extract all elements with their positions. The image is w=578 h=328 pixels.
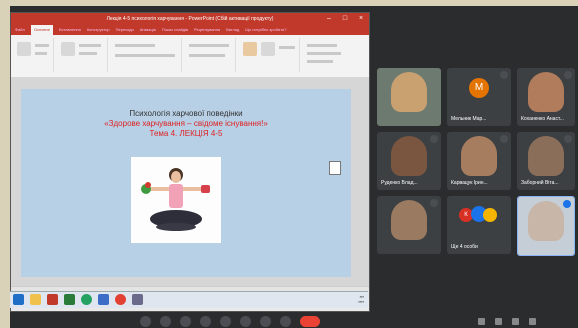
close-icon[interactable]: × (353, 13, 369, 25)
camera-icon[interactable] (160, 316, 171, 327)
avatar: М (469, 78, 489, 98)
participant-name: Мельник Мар... (451, 116, 487, 122)
participant-tile[interactable]: М Мельник Мар... (447, 68, 511, 126)
mic-off-icon (500, 71, 508, 79)
participant-name: Ще 4 особи (451, 244, 478, 250)
participant-tile[interactable]: Руденко Влад... (377, 132, 441, 190)
background-wall-left (0, 0, 10, 328)
ribbon-group-clipboard (13, 38, 54, 72)
participant-face (528, 136, 564, 176)
participant-face (391, 136, 427, 176)
participant-face (528, 72, 564, 112)
info-icon[interactable] (478, 318, 485, 325)
powerpoint-icon[interactable] (47, 294, 58, 305)
participant-tile[interactable] (377, 68, 441, 126)
participant-tile[interactable]: Карвацук Ірин... (447, 132, 511, 190)
whatsapp-icon[interactable] (81, 294, 92, 305)
app-icon[interactable] (132, 294, 143, 305)
ppt-window-title: Лекція 4-5 психологія харчування - Power… (106, 16, 274, 22)
chrome-icon[interactable] (115, 294, 126, 305)
ppt-ribbon (11, 35, 369, 78)
participant-tile[interactable] (377, 196, 441, 254)
participant-tile[interactable]: Заборний Віта... (517, 132, 575, 190)
ppt-title-bar: Лекція 4-5 психологія харчування - Power… (11, 13, 369, 25)
tab-design[interactable]: Конструктор (87, 25, 110, 35)
participant-face (391, 72, 427, 112)
ribbon-group-font (111, 38, 182, 72)
meet-controls (140, 316, 320, 327)
participant-name: Коханенко Анаст... (521, 116, 564, 122)
participant-tile-self[interactable] (517, 196, 575, 256)
tab-file[interactable]: Файл (15, 25, 25, 35)
shared-screen-powerpoint: Лекція 4-5 психологія харчування - Power… (10, 12, 370, 312)
tab-view[interactable]: Вигляд (226, 25, 239, 35)
shapes-icon[interactable] (243, 42, 257, 56)
participant-face (391, 200, 427, 240)
minimize-icon[interactable]: – (321, 13, 337, 25)
tab-home[interactable]: Основне (30, 25, 53, 35)
slide-topic: Тема 4. ЛЕКЦІЯ 4-5 (149, 129, 223, 138)
speaking-indicator-icon (563, 200, 571, 208)
more-options-icon[interactable] (260, 316, 271, 327)
notes-icon[interactable] (329, 161, 341, 175)
mic-off-icon (564, 135, 572, 143)
activities-icon[interactable] (529, 318, 536, 325)
explorer-icon[interactable] (30, 294, 41, 305)
participant-name: Руденко Влад... (381, 180, 418, 186)
emoji-icon[interactable] (240, 316, 251, 327)
mic-icon[interactable] (140, 316, 151, 327)
ribbon-group-editing (303, 38, 363, 72)
participant-face (461, 136, 497, 176)
slide[interactable]: Психологія харчової поведінки «Здорове х… (21, 89, 351, 277)
slide-subtitle: «Здорове харчування – свідоме існування!… (104, 119, 268, 128)
people-icon[interactable] (495, 318, 502, 325)
mic-off-icon (500, 135, 508, 143)
participant-tile[interactable]: Коханенко Анаст... (517, 68, 575, 126)
yoga-woman-image (131, 157, 221, 243)
maximize-icon[interactable]: □ (337, 13, 353, 25)
paste-icon[interactable] (17, 42, 31, 56)
present-icon[interactable] (220, 316, 231, 327)
tab-review[interactable]: Рецензування (194, 25, 220, 35)
slide-title: Психологія харчової поведінки (129, 109, 243, 118)
background-wall (0, 0, 578, 6)
ppt-editing-area: Психологія харчової поведінки «Здорове х… (11, 77, 369, 299)
participant-name: Карвацук Ірин... (451, 180, 488, 186)
ribbon-group-drawing (239, 38, 300, 72)
ribbon-group-paragraph (185, 38, 236, 72)
arrange-icon[interactable] (261, 42, 275, 56)
participant-name: Заборний Віта... (521, 180, 559, 186)
word-icon[interactable] (98, 294, 109, 305)
captions-icon[interactable] (180, 316, 191, 327)
windows-taskbar: ▪▪▪ ▪▪▪▪ (10, 291, 368, 308)
raise-hand-icon[interactable] (200, 316, 211, 327)
ribbon-group-slides (57, 38, 108, 72)
ppt-ribbon-tabs: Файл Основне Вставлення Конструктор Пере… (11, 25, 369, 35)
end-call-button[interactable] (300, 316, 320, 327)
tab-animations[interactable]: Анімація (140, 25, 156, 35)
tab-transitions[interactable]: Переходи (116, 25, 134, 35)
mic-off-icon (430, 199, 438, 207)
meet-side-controls (478, 318, 536, 325)
activities-icon[interactable] (280, 316, 291, 327)
more-participants-tile[interactable]: К Ще 4 особи (447, 196, 511, 254)
tab-insert[interactable]: Вставлення (59, 25, 81, 35)
avatar (483, 208, 497, 222)
tab-slideshow[interactable]: Показ слайдів (162, 25, 188, 35)
new-slide-icon[interactable] (61, 42, 75, 56)
mic-off-icon (564, 71, 572, 79)
tell-me-search[interactable]: Що потрібно зробити? (245, 25, 286, 35)
participant-face (528, 201, 564, 241)
excel-icon[interactable] (64, 294, 75, 305)
start-icon[interactable] (13, 294, 24, 305)
mic-off-icon (430, 135, 438, 143)
chat-icon[interactable] (512, 318, 519, 325)
taskbar-clock: ▪▪▪ ▪▪▪▪ (358, 294, 364, 304)
